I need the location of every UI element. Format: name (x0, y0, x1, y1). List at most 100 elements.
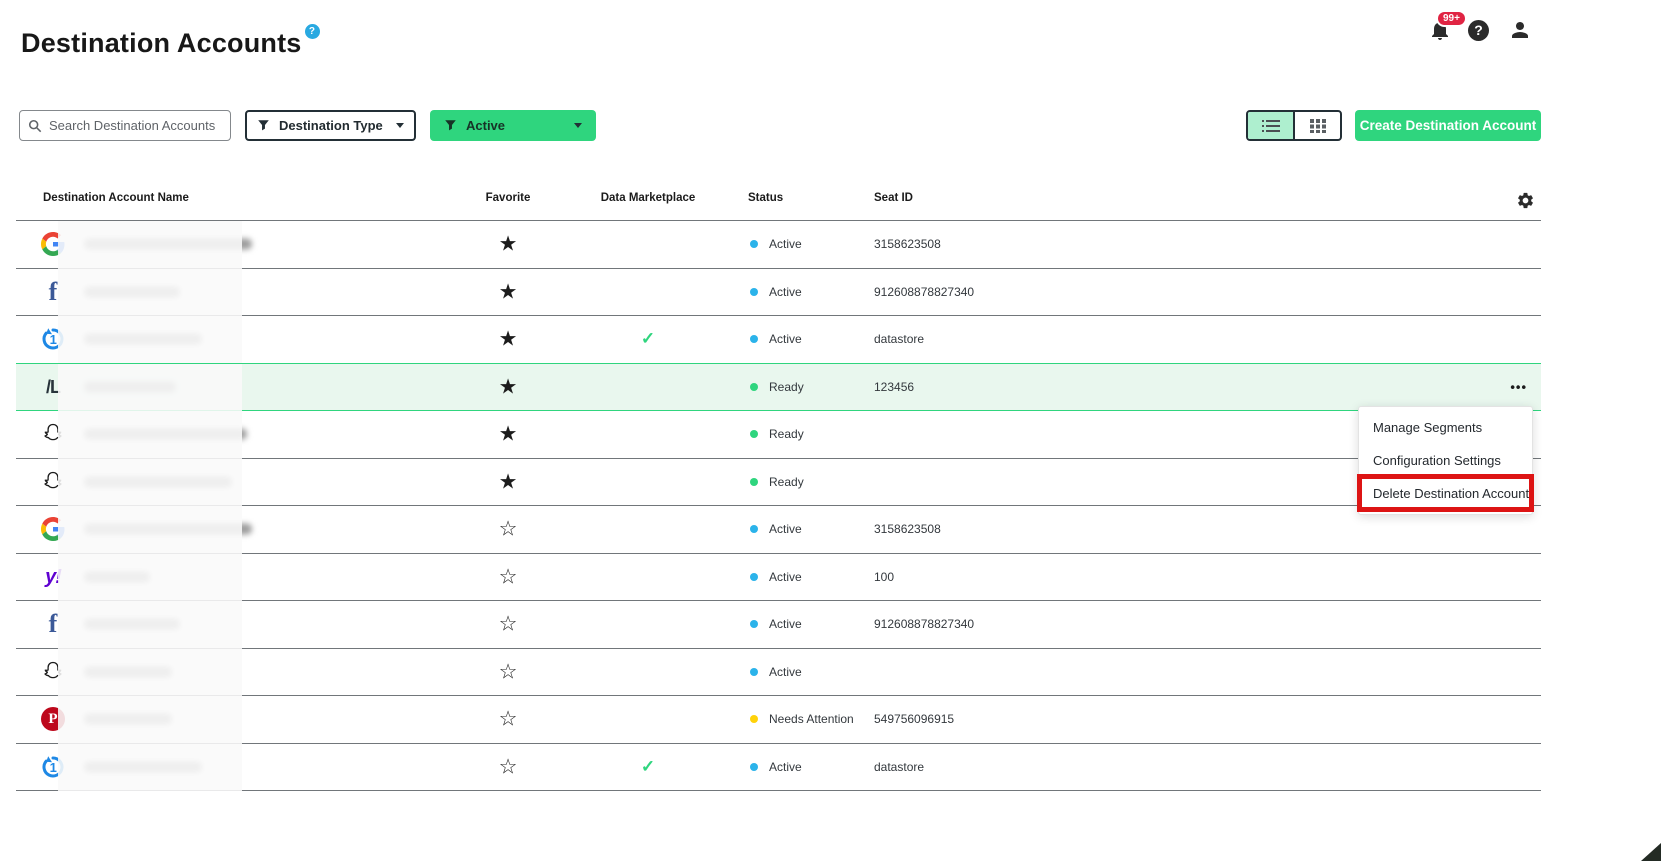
status-label: Active (769, 285, 802, 299)
table-row[interactable]: y! ☆ Active 100 (16, 554, 1541, 602)
grid-view-button[interactable] (1293, 112, 1340, 139)
seat-id: datastore (874, 760, 924, 774)
status-label: Ready (769, 380, 804, 394)
table-row[interactable]: ☆ Active (16, 649, 1541, 697)
table-settings-gear-icon[interactable] (1516, 191, 1535, 210)
redacted-account-name (84, 761, 202, 772)
data-marketplace-check: ✓ (641, 757, 655, 777)
platform-icon-slot: 1 (40, 326, 66, 352)
platform-icon-slot (40, 659, 66, 685)
table-row[interactable]: /L ★ Ready 123456 ••• (16, 364, 1541, 412)
status-dot (750, 240, 758, 248)
status-cell: Needs Attention (750, 712, 854, 726)
status-label: Active (769, 617, 802, 631)
status-cell: Active (750, 332, 802, 346)
col-header-data-marketplace[interactable]: Data Marketplace (601, 192, 696, 204)
row-actions-kebab[interactable]: ••• (1510, 379, 1527, 394)
status-dot (750, 763, 758, 771)
favorite-star[interactable]: ★ (499, 234, 518, 255)
platform-icon-slot: /L (40, 374, 66, 400)
platform-icon-slot: P (40, 706, 66, 732)
status-label: Needs Attention (769, 712, 854, 726)
create-destination-account-button[interactable]: Create Destination Account (1355, 110, 1541, 141)
favorite-star[interactable]: ★ (499, 329, 518, 350)
status-cell: Active (750, 237, 802, 251)
platform-icon-slot (40, 231, 66, 257)
google-icon (41, 232, 65, 256)
col-header-status[interactable]: Status (748, 192, 783, 204)
status-cell: Active (750, 665, 802, 679)
seat-id: 3158623508 (874, 237, 941, 251)
redacted-account-name (84, 619, 180, 630)
table-row[interactable]: ★ Ready (16, 411, 1541, 459)
page-title: Destination Accounts? (21, 28, 320, 59)
datastore-icon: 1 (41, 327, 65, 351)
status-dot (750, 525, 758, 533)
context-menu-item[interactable]: Delete Destination Account (1359, 477, 1532, 510)
context-menu-item[interactable]: Configuration Settings (1359, 444, 1532, 477)
col-header-seat-id[interactable]: Seat ID (874, 192, 913, 204)
notifications-badge: 99+ (1436, 10, 1467, 27)
table-row[interactable]: ★ Active 3158623508 (16, 221, 1541, 269)
search-input[interactable] (49, 118, 222, 133)
status-label: Active (769, 237, 802, 251)
favorite-star[interactable]: ☆ (499, 756, 518, 777)
destination-type-filter[interactable]: Destination Type (245, 110, 416, 141)
redacted-account-name (84, 571, 150, 582)
snapchat-icon (41, 660, 65, 684)
status-cell: Active (750, 617, 802, 631)
table-header: Destination Account Name Favorite Data M… (16, 176, 1541, 221)
redacted-account-name (84, 286, 180, 297)
search-box (19, 110, 231, 141)
redacted-account-name (84, 476, 232, 487)
snapchat-icon (41, 422, 65, 446)
user-profile-icon[interactable] (1508, 18, 1532, 42)
svg-text:1: 1 (50, 760, 57, 775)
favorite-star[interactable]: ☆ (499, 661, 518, 682)
funnel-icon (444, 119, 457, 132)
table-row[interactable]: 1 ☆ ✓ Active datastore (16, 744, 1541, 792)
favorite-star[interactable]: ★ (499, 281, 518, 302)
status-filter-active[interactable]: Active (430, 110, 596, 141)
status-dot (750, 715, 758, 723)
seat-id: 549756096915 (874, 712, 954, 726)
context-menu-item[interactable]: Manage Segments (1359, 411, 1532, 444)
seat-id: 912608878827340 (874, 617, 974, 631)
redacted-account-name (84, 429, 247, 440)
favorite-star[interactable]: ★ (499, 471, 518, 492)
favorite-star[interactable]: ☆ (499, 566, 518, 587)
table-row[interactable]: f ☆ Active 912608878827340 (16, 601, 1541, 649)
title-help-icon[interactable]: ? (305, 24, 320, 39)
help-icon[interactable]: ? (1468, 18, 1492, 42)
table-row[interactable]: ★ Ready (16, 459, 1541, 507)
snapchat-icon (41, 470, 65, 494)
favorite-star[interactable]: ☆ (499, 614, 518, 635)
table-row[interactable]: P ☆ Needs Attention 549756096915 (16, 696, 1541, 744)
svg-text:1: 1 (50, 332, 57, 347)
platform-icon-slot: 1 (40, 754, 66, 780)
grid-view-icon (1310, 119, 1326, 133)
facebook-icon: f (49, 279, 58, 305)
chevron-down-icon (396, 123, 404, 128)
list-view-icon (1262, 119, 1280, 133)
table-row[interactable]: ☆ Active 3158623508 (16, 506, 1541, 554)
status-cell: Active (750, 760, 802, 774)
platform-icon-slot: y! (40, 564, 66, 590)
col-header-name[interactable]: Destination Account Name (43, 192, 189, 204)
notifications-bell-icon[interactable]: 99+ (1428, 18, 1452, 42)
status-dot (750, 573, 758, 581)
favorite-star[interactable]: ☆ (499, 519, 518, 540)
table-row[interactable]: 1 ★ ✓ Active datastore (16, 316, 1541, 364)
table-row[interactable]: f ★ Active 912608878827340 (16, 269, 1541, 317)
col-header-favorite[interactable]: Favorite (486, 192, 531, 204)
favorite-star[interactable]: ★ (499, 424, 518, 445)
status-cell: Active (750, 285, 802, 299)
row-context-menu: Manage Segments Configuration Settings D… (1358, 406, 1533, 515)
topbar-icons: 99+ ? (1428, 18, 1532, 42)
datastore-icon: 1 (41, 755, 65, 779)
favorite-star[interactable]: ☆ (499, 709, 518, 730)
favorite-star[interactable]: ★ (499, 376, 518, 397)
list-view-button[interactable] (1248, 112, 1293, 139)
status-dot (750, 288, 758, 296)
status-label: Active (769, 665, 802, 679)
